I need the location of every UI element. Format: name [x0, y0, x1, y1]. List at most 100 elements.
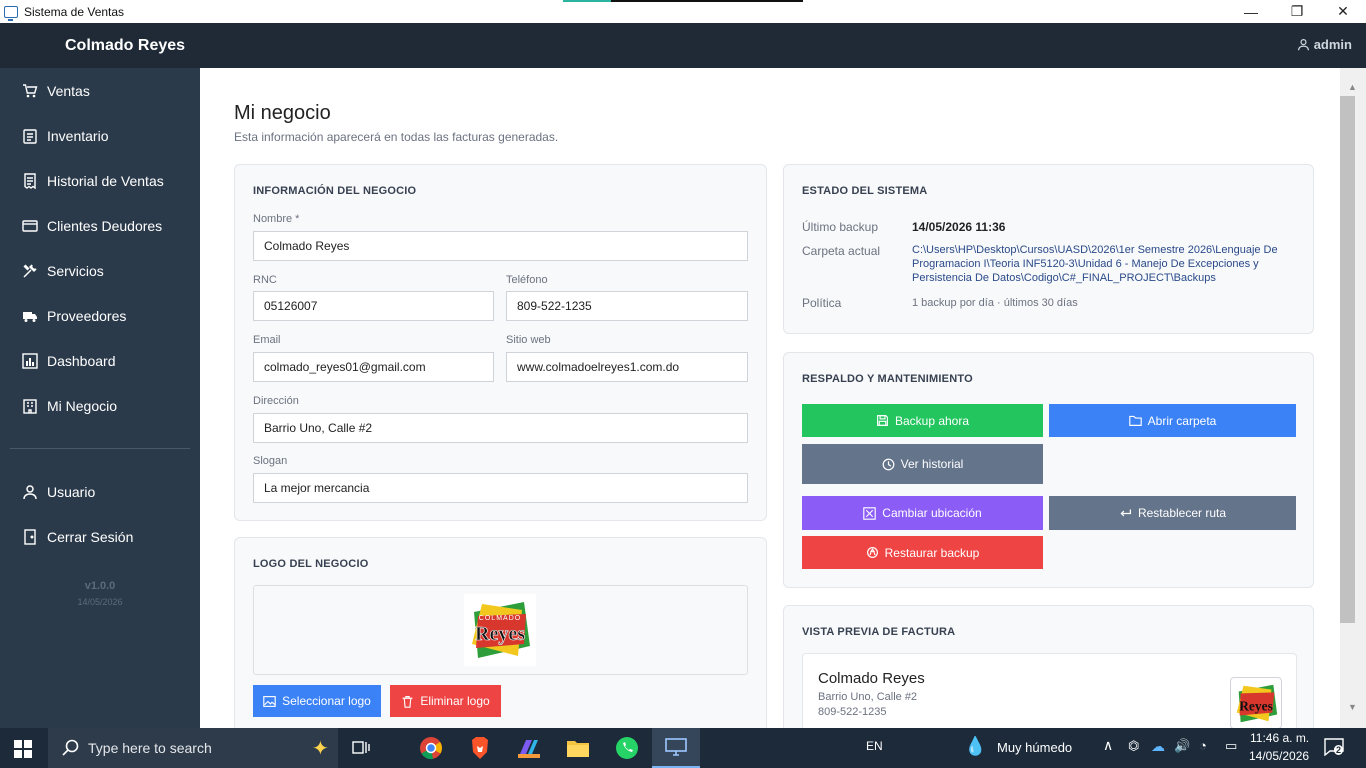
- slogan-field[interactable]: La mejor mercancia: [253, 473, 748, 503]
- app-header: Colmado Reyes admin: [0, 23, 1366, 68]
- card-title: INFORMACIÓN DEL NEGOCIO: [253, 185, 417, 197]
- app-version: v1.0.0: [84, 580, 116, 592]
- loading-strip: [563, 0, 803, 2]
- battery-icon[interactable]: ▭: [1225, 738, 1237, 754]
- user-menu[interactable]: admin: [1297, 37, 1352, 52]
- clock-date[interactable]: 14/05/2026: [1249, 749, 1309, 763]
- notifications-icon[interactable]: 2: [1324, 738, 1346, 758]
- user-name: admin: [1313, 37, 1352, 52]
- onedrive-icon[interactable]: ☁: [1151, 738, 1165, 755]
- business-info-card: INFORMACIÓN DEL NEGOCIO Nombre * Colmado…: [234, 164, 767, 521]
- sidebar-item-usuario[interactable]: Usuario: [0, 472, 200, 512]
- task-view-icon[interactable]: [347, 734, 375, 762]
- chart-icon: [21, 353, 38, 370]
- preview-business-name: Colmado Reyes: [818, 670, 925, 687]
- rnc-field[interactable]: 05126007: [253, 291, 494, 321]
- direccion-field[interactable]: Barrio Uno, Calle #2: [253, 413, 748, 443]
- open-folder-button[interactable]: Abrir carpeta: [1049, 404, 1296, 437]
- restore-backup-label: Restaurar backup: [884, 545, 980, 560]
- invoice-preview: Colmado Reyes Barrio Uno, Calle #2 809-5…: [802, 653, 1297, 728]
- preview-logo: Reyes: [1230, 677, 1282, 728]
- view-history-button[interactable]: Ver historial: [802, 444, 1043, 484]
- card-title: ESTADO DEL SISTEMA: [802, 185, 928, 197]
- maximize-button[interactable]: ❐: [1274, 0, 1320, 23]
- logo-main-text: Reyes: [475, 623, 525, 645]
- last-backup-label: Último backup: [802, 220, 879, 234]
- weather-text[interactable]: Muy húmedo: [997, 740, 1072, 755]
- nombre-field[interactable]: Colmado Reyes: [253, 231, 748, 261]
- backup-now-button[interactable]: Backup ahora: [802, 404, 1043, 437]
- sidebar-item-historial[interactable]: Historial de Ventas: [0, 161, 200, 201]
- card-title: VISTA PREVIA DE FACTURA: [802, 626, 956, 638]
- app-version-date: 14/05/2026: [77, 597, 123, 607]
- logo-top-text: COLMADO: [479, 615, 521, 622]
- invoice-preview-card: VISTA PREVIA DE FACTURA Colmado Reyes Ba…: [783, 605, 1314, 728]
- scroll-down-arrow-icon[interactable]: ▼: [1348, 702, 1357, 712]
- brave-icon[interactable]: [466, 734, 494, 762]
- taskbar-search[interactable]: Type here to search ✦: [48, 728, 338, 768]
- sidebar-item-proveedores[interactable]: Proveedores: [0, 296, 200, 336]
- sidebar: Ventas Inventario Historial de Ventas Cl…: [0, 68, 200, 728]
- reset-path-button[interactable]: Restablecer ruta: [1049, 496, 1296, 530]
- telefono-field[interactable]: 809-522-1235: [506, 291, 748, 321]
- clock-time[interactable]: 11:46 a. m.: [1250, 731, 1309, 745]
- sitio-web-field[interactable]: www.colmadoelreyes1.com.do: [506, 352, 748, 382]
- windows-start-icon[interactable]: [14, 740, 32, 763]
- card-icon: [21, 218, 38, 235]
- email-label: Email: [253, 334, 281, 346]
- sidebar-item-label: Mi Negocio: [47, 398, 118, 414]
- telefono-label: Teléfono: [506, 274, 548, 286]
- chrome-icon[interactable]: [417, 734, 445, 762]
- sidebar-item-cerrar-sesion[interactable]: Cerrar Sesión: [0, 517, 200, 557]
- sidebar-item-mi-negocio[interactable]: Mi Negocio: [0, 386, 200, 426]
- restore-backup-button[interactable]: Restaurar backup: [802, 536, 1043, 569]
- scroll-up-arrow-icon[interactable]: ▲: [1348, 82, 1357, 92]
- sidebar-item-ventas[interactable]: Ventas: [0, 71, 200, 111]
- card-title: RESPALDO Y MANTENIMIENTO: [802, 373, 973, 385]
- close-button[interactable]: ✕: [1320, 0, 1366, 23]
- tools-icon: [21, 263, 38, 280]
- last-backup-value: 14/05/2026 11:36: [912, 220, 1006, 234]
- minimize-button[interactable]: —: [1228, 0, 1274, 23]
- sistema-ventas-taskbar-icon[interactable]: [652, 728, 700, 768]
- reset-path-label: Restablecer ruta: [1137, 506, 1227, 520]
- main-content: Mi negocio Esta información aparecerá en…: [200, 68, 1340, 728]
- change-location-label: Cambiar ubicación: [882, 506, 982, 520]
- image-icon: [263, 695, 276, 707]
- volume-icon[interactable]: 🔊: [1174, 738, 1190, 754]
- system-status-card: ESTADO DEL SISTEMA Último backup 14/05/2…: [783, 164, 1314, 334]
- file-explorer-icon[interactable]: [564, 734, 592, 762]
- sidebar-item-clientes-deudores[interactable]: Clientes Deudores: [0, 206, 200, 246]
- change-location-button[interactable]: Cambiar ubicación: [802, 496, 1043, 530]
- recycle-icon: [866, 547, 878, 558]
- scrollbar-thumb[interactable]: [1340, 96, 1355, 623]
- preview-logo-text: Reyes: [1239, 699, 1273, 714]
- wifi-icon[interactable]: ◔: [1199, 738, 1207, 753]
- weather-icon: 💧: [964, 736, 987, 756]
- main-scrollbar[interactable]: ▲ ▼: [1340, 68, 1366, 728]
- building-icon: [21, 398, 38, 415]
- language-indicator[interactable]: EN: [866, 739, 883, 753]
- sidebar-item-label: Proveedores: [47, 308, 127, 324]
- search-placeholder: Type here to search: [88, 740, 212, 756]
- select-logo-button[interactable]: Seleccionar logo: [253, 685, 381, 717]
- select-logo-label: Seleccionar logo: [282, 694, 371, 708]
- rnc-label: RNC: [253, 274, 277, 286]
- m365-icon[interactable]: [515, 734, 543, 762]
- app-monitor-icon: [4, 5, 18, 21]
- delete-logo-button[interactable]: Eliminar logo: [390, 685, 501, 717]
- tray-chevron-up-icon[interactable]: ∧: [1103, 737, 1113, 754]
- whatsapp-icon[interactable]: [613, 734, 641, 762]
- sidebar-item-dashboard[interactable]: Dashboard: [0, 341, 200, 381]
- email-field[interactable]: colmado_reyes01@gmail.com: [253, 352, 494, 382]
- sidebar-item-label: Servicios: [47, 263, 104, 279]
- business-logo-card: LOGO DEL NEGOCIO COLMADO Reyes Seleccion…: [234, 537, 767, 728]
- sidebar-item-servicios[interactable]: Servicios: [0, 251, 200, 291]
- sidebar-item-label: Dashboard: [47, 353, 116, 369]
- door-icon: [21, 529, 38, 546]
- window-title-bar: Sistema de Ventas — ❐ ✕: [0, 0, 1366, 23]
- network-adapter-icon[interactable]: ⏣: [1128, 738, 1139, 754]
- sidebar-item-inventario[interactable]: Inventario: [0, 116, 200, 156]
- backup-maintenance-card: RESPALDO Y MANTENIMIENTO Backup ahora Ab…: [783, 352, 1314, 588]
- slogan-label: Slogan: [253, 455, 288, 467]
